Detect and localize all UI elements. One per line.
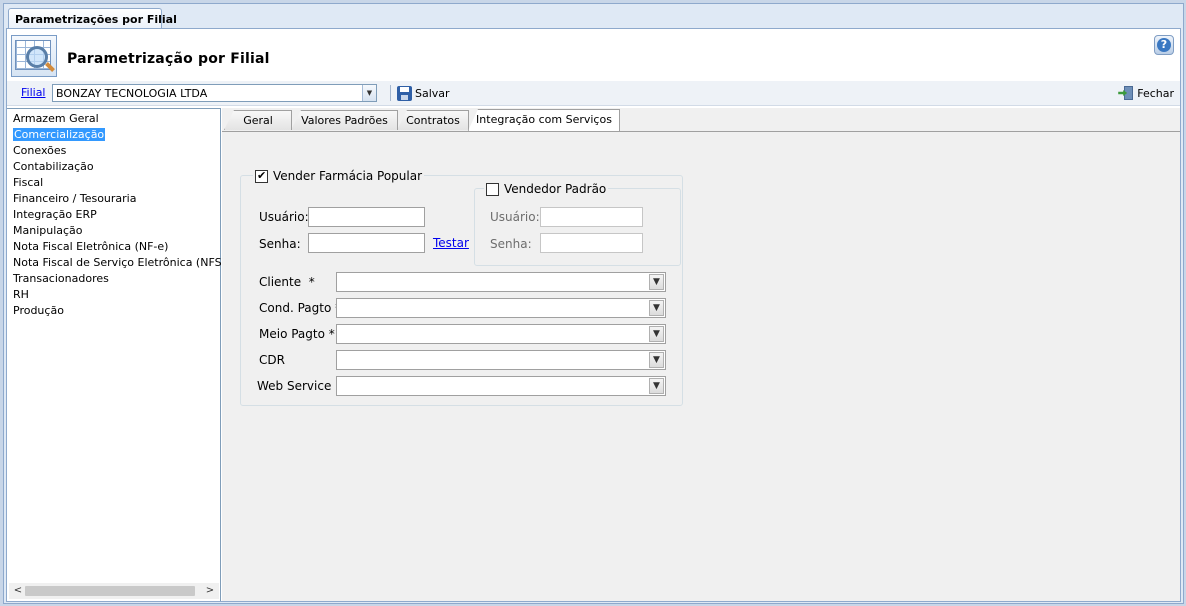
document-tab[interactable]: Parametrizações por Filial	[8, 8, 177, 30]
cdr-label: CDR	[259, 353, 285, 367]
vendedor-senha-input[interactable]	[540, 233, 643, 253]
web-service-label: Web Service	[257, 379, 332, 393]
sidebar-item[interactable]: RH	[13, 287, 220, 303]
category-list: Armazem Geral Comercialização Conexões Cont…	[13, 111, 237, 319]
filial-link[interactable]: Filial	[21, 86, 46, 99]
vendedor-usuario-input[interactable]	[540, 207, 643, 227]
sidebar-item-label: Nota Fiscal Eletrônica (NF-e)	[13, 240, 169, 253]
testar-link[interactable]: Testar	[433, 236, 469, 250]
toolbar-separator	[390, 85, 391, 101]
sidebar-item-label: Conexões	[13, 144, 67, 157]
web-service-select[interactable]: ▼	[336, 376, 666, 396]
tab-strip: Geral Valores Padrões Contratos Integraç…	[222, 109, 1180, 132]
sidebar-item-label: Comercialização	[13, 128, 106, 141]
sidebar-item-label: RH	[13, 288, 29, 301]
category-list-panel: Armazem Geral Comercialização Conexões Cont…	[7, 108, 237, 601]
sidebar-item-label: Fiscal	[13, 176, 44, 189]
sidebar-item-label: Transacionadores	[13, 272, 109, 285]
save-label: Salvar	[415, 86, 450, 100]
sidebar-item-label: Produção	[13, 304, 64, 317]
chevron-down-icon[interactable]: ▼	[649, 300, 664, 316]
sidebar-item-label: Contabilização	[13, 160, 94, 173]
vendedor-padrao-checkbox[interactable]: Vendedor Padrão	[484, 182, 609, 196]
sidebar-item[interactable]: Integração ERP	[13, 207, 220, 223]
farmacia-popular-checkbox[interactable]: Vender Farmácia Popular	[253, 169, 425, 183]
meio-pagto-label: Meio Pagto *	[259, 327, 335, 341]
chevron-down-icon[interactable]: ▼	[649, 274, 664, 290]
vendedor-senha-label: Senha:	[490, 237, 532, 251]
vendedor-usuario-label: Usuário:	[490, 210, 540, 224]
main-window: Parametrizações por Filial Parametrizaçã…	[3, 3, 1184, 604]
cliente-select[interactable]: ▼	[336, 272, 666, 292]
exit-door-icon	[1118, 86, 1134, 100]
scroll-left-icon[interactable]: <	[11, 583, 25, 599]
close-label: Fechar	[1137, 86, 1174, 100]
senha-label: Senha:	[259, 237, 301, 251]
sidebar-item[interactable]: Conexões	[13, 143, 220, 159]
help-icon[interactable]: ?	[1154, 35, 1174, 55]
meio-pagto-select[interactable]: ▼	[336, 324, 666, 344]
sidebar-item[interactable]: Fiscal	[13, 175, 220, 191]
content-area: Parametrização por Filial ? Filial BONZA…	[6, 28, 1181, 602]
filial-select-value: BONZAY TECNOLOGIA LTDA	[56, 87, 208, 100]
settings-panel: Geral Valores Padrões Contratos Integraç…	[222, 108, 1180, 601]
cliente-label: Cliente *	[259, 275, 315, 289]
floppy-disk-icon	[397, 85, 412, 101]
sidebar-item-label: Manipulação	[13, 224, 83, 237]
senha-input[interactable]	[308, 233, 425, 253]
tab-contratos[interactable]: Contratos	[397, 110, 469, 130]
sidebar-item[interactable]: Transacionadores	[13, 271, 220, 287]
filial-select[interactable]: BONZAY TECNOLOGIA LTDA ▼	[52, 84, 377, 102]
chevron-down-icon[interactable]: ▼	[649, 378, 664, 394]
save-button[interactable]: Salvar	[397, 84, 450, 102]
search-table-icon	[11, 35, 57, 77]
sidebar-item-label: Financeiro / Tesouraria	[13, 192, 137, 205]
vendedor-padrao-group	[474, 188, 681, 266]
sidebar-item-label: Integração ERP	[13, 208, 97, 221]
usuario-label: Usuário:	[259, 210, 309, 224]
tab-geral[interactable]: Geral	[224, 110, 292, 130]
sidebar-item-label: Armazem Geral	[13, 112, 99, 125]
checkbox-unchecked-icon[interactable]	[486, 182, 499, 196]
vendedor-padrao-label: Vendedor Padrão	[504, 182, 607, 196]
horizontal-scrollbar[interactable]: < >	[9, 583, 219, 599]
scrollbar-thumb[interactable]	[25, 586, 195, 596]
sidebar-item[interactable]: Contabilização	[13, 159, 220, 175]
scroll-right-icon[interactable]: >	[203, 583, 217, 599]
sidebar-item[interactable]: Produção	[13, 303, 220, 319]
close-button[interactable]: Fechar	[1118, 84, 1174, 102]
sidebar-item[interactable]: Manipulação	[13, 223, 220, 239]
sidebar-item[interactable]: Comercialização	[13, 127, 220, 143]
cdr-select[interactable]: ▼	[336, 350, 666, 370]
tab-integracao-servicos[interactable]: Integração com Serviços	[468, 109, 620, 131]
page-title: Parametrização por Filial	[67, 51, 270, 67]
tab-valores-padroes[interactable]: Valores Padrões	[291, 110, 398, 130]
sidebar-item[interactable]: Nota Fiscal de Serviço Eletrônica (NFS-e…	[13, 255, 237, 271]
tab-baseline	[222, 131, 1180, 132]
sidebar-item[interactable]: Financeiro / Tesouraria	[13, 191, 220, 207]
chevron-down-icon[interactable]: ▼	[362, 85, 376, 101]
sidebar-item[interactable]: Nota Fiscal Eletrônica (NF-e)	[13, 239, 220, 255]
cond-pagto-select[interactable]: ▼	[336, 298, 666, 318]
chevron-down-icon[interactable]: ▼	[649, 352, 664, 368]
toolbar: Filial BONZAY TECNOLOGIA LTDA ▼ Salvar F…	[7, 81, 1180, 106]
cond-pagto-label: Cond. Pagto *	[259, 301, 341, 315]
sidebar-item-label: Nota Fiscal de Serviço Eletrônica (NFS-e…	[13, 256, 237, 269]
farmacia-popular-label: Vender Farmácia Popular	[273, 169, 423, 183]
sidebar-item[interactable]: Armazem Geral	[13, 111, 220, 127]
chevron-down-icon[interactable]: ▼	[649, 326, 664, 342]
page-header: Parametrização por Filial ?	[7, 29, 1180, 81]
usuario-input[interactable]	[308, 207, 425, 227]
checkbox-checked-icon[interactable]	[255, 169, 268, 183]
